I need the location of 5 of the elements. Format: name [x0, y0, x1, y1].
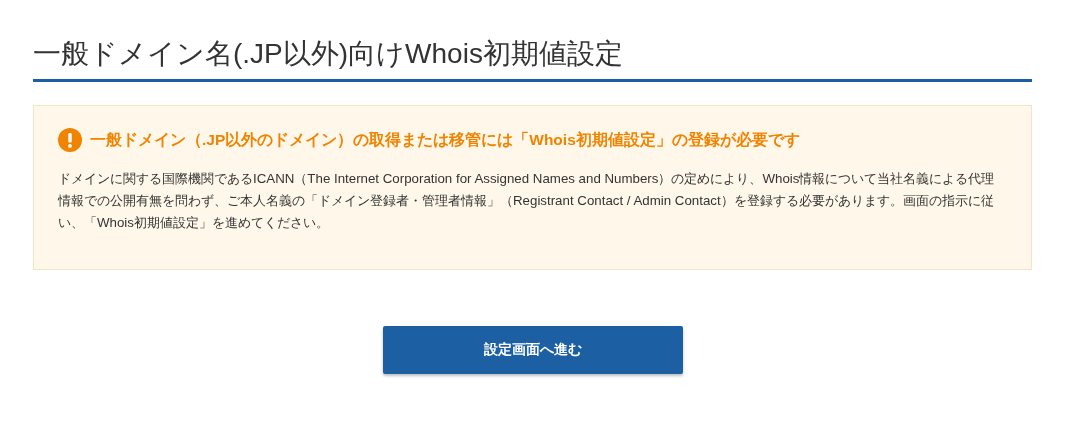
page-title: 一般ドメイン名(.JP以外)向けWhois初期値設定 [33, 37, 624, 71]
warning-icon [58, 128, 82, 152]
proceed-button[interactable]: 設定画面へ進む [383, 326, 683, 374]
notice-title: 一般ドメイン（.JP以外のドメイン）の取得または移管には「Whois初期値設定」の登録が必要です [90, 129, 800, 150]
notice-text: ドメインに関する国際機関であるICANN（The Internet Corporation for Assigned Names and Numbers）の定めにより、Whois情報について当社名義による代理情報での公開有無を問わず、ご本人名義の「ドメイン登録者・管理者情報」（Registrant Contact / Admin Contact）を登録する必要があります。画面の指示に従い、「Whois初期値設定」を進めてください。 [58, 170, 996, 232]
